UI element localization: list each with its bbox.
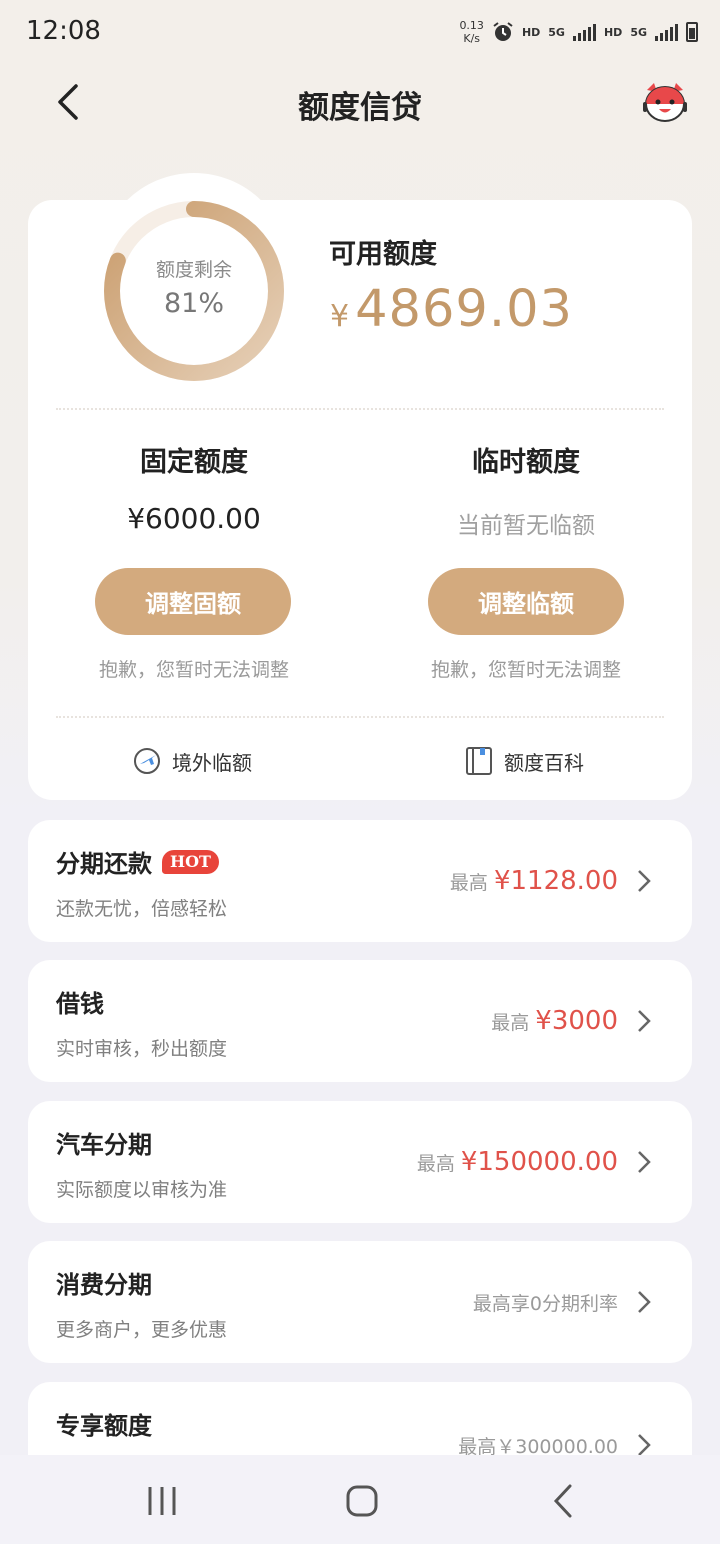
available-label: 可用额度: [329, 239, 437, 270]
available-amount: ¥ 4869.03: [330, 280, 573, 339]
quota-wiki-label: 额度百科: [504, 750, 584, 775]
item-limit: 最高 ¥3000: [491, 960, 618, 1082]
adjust-fixed-button[interactable]: 调整固额: [95, 568, 291, 635]
item-title: 分期还款: [56, 850, 152, 878]
item-title: 借钱: [56, 990, 104, 1018]
item-title: 汽车分期: [56, 1131, 152, 1159]
page-title: 额度信贷: [298, 90, 422, 126]
list-item[interactable]: 汽车分期 实际额度以审核为准 最高 ¥150000.00: [28, 1101, 692, 1223]
battery-icon: [686, 22, 698, 42]
item-limit: 最高 ¥1128.00: [450, 820, 618, 942]
item-title-row: 分期还款 HOT: [56, 844, 219, 879]
item-limit-amount: ¥1128.00: [493, 866, 618, 896]
divider: [56, 408, 664, 410]
item-subtitle: 还款无忧，倍感轻松: [56, 898, 228, 920]
list-item[interactable]: 消费分期 更多商户，更多优惠 最高享0分期利率: [28, 1241, 692, 1363]
fixed-quota-title: 固定额度: [140, 447, 248, 478]
item-title-row: 借钱: [56, 984, 104, 1019]
item-limit: 最高 ¥150000.00: [417, 1101, 618, 1223]
hot-badge: HOT: [162, 849, 219, 874]
status-time: 12:08: [26, 16, 101, 46]
item-subtitle: 实际额度以审核为准: [56, 1179, 228, 1201]
system-nav-bar: [0, 1455, 720, 1544]
ring-label: 额度剩余: [155, 259, 232, 281]
item-subtitle: 实时审核，秒出额度: [56, 1038, 228, 1060]
currency-symbol: ¥: [330, 299, 350, 334]
item-limit-prefix: 最高: [449, 871, 488, 894]
hd-indicator-2: HD: [603, 25, 623, 39]
item-limit-prefix: 最高: [491, 1011, 530, 1034]
adjust-temp-button[interactable]: 调整临额: [428, 568, 624, 635]
chevron-right-icon: [638, 1010, 651, 1032]
fixed-quota-note: 抱歉，您暂时无法调整: [98, 659, 289, 681]
item-limit: 最高享0分期利率: [473, 1241, 618, 1363]
item-title-row: 消费分期: [56, 1265, 152, 1300]
item-title-row: 汽车分期: [56, 1125, 152, 1160]
item-limit-prefix: 最高: [416, 1152, 455, 1175]
ring-value: 81%: [163, 288, 224, 319]
status-icons: 0.13 K/s HD 5G HD 5G: [459, 16, 698, 48]
chevron-right-icon: [638, 1291, 651, 1313]
fixed-quota-amount: ¥6000.00: [127, 502, 261, 535]
item-title-row: 专享额度: [56, 1406, 152, 1441]
divider-2: [56, 716, 664, 718]
hd-indicator: HD: [521, 25, 541, 39]
network-speed: 0.13 K/s: [459, 19, 484, 45]
chevron-right-icon: [638, 1151, 651, 1173]
book-icon: [466, 747, 492, 775]
alarm-icon: [493, 22, 513, 41]
item-limit-text: 最高享0分期利率: [472, 1292, 618, 1315]
network-type: 5G: [548, 25, 565, 39]
status-bar: 12:08 0.13 K/s HD 5G HD 5G: [0, 0, 720, 64]
overseas-temp-quota-link[interactable]: 境外临额: [132, 744, 252, 778]
item-title: 消费分期: [56, 1271, 152, 1299]
home-icon[interactable]: [342, 1483, 382, 1519]
item-subtitle: 更多商户，更多优惠: [56, 1319, 228, 1341]
recent-apps-icon[interactable]: [142, 1483, 182, 1519]
item-title: 专享额度: [56, 1412, 152, 1440]
customer-service-icon[interactable]: [640, 80, 690, 126]
signal-icon: [572, 23, 596, 41]
item-limit-amount: ¥3000: [535, 1006, 618, 1036]
plane-globe-icon: [134, 748, 160, 774]
temp-quota-status: 当前暂无临额: [457, 513, 595, 539]
list-item[interactable]: 分期还款 HOT 还款无忧，倍感轻松 最高 ¥1128.00: [28, 820, 692, 942]
network-type-2: 5G: [630, 25, 647, 39]
list-item[interactable]: 借钱 实时审核，秒出额度 最高 ¥3000: [28, 960, 692, 1082]
chevron-right-icon: [638, 870, 651, 892]
signal-icon-2: [655, 23, 678, 41]
temp-quota-note: 抱歉，您暂时无法调整: [430, 659, 621, 681]
temp-quota-title: 临时额度: [472, 447, 580, 478]
system-back-icon[interactable]: [544, 1483, 584, 1519]
overseas-temp-quota-label: 境外临额: [172, 750, 252, 775]
available-amount-value: 4869.03: [355, 280, 573, 339]
quota-wiki-link[interactable]: 额度百科: [464, 744, 584, 778]
item-limit-amount: ¥150000.00: [460, 1147, 618, 1177]
